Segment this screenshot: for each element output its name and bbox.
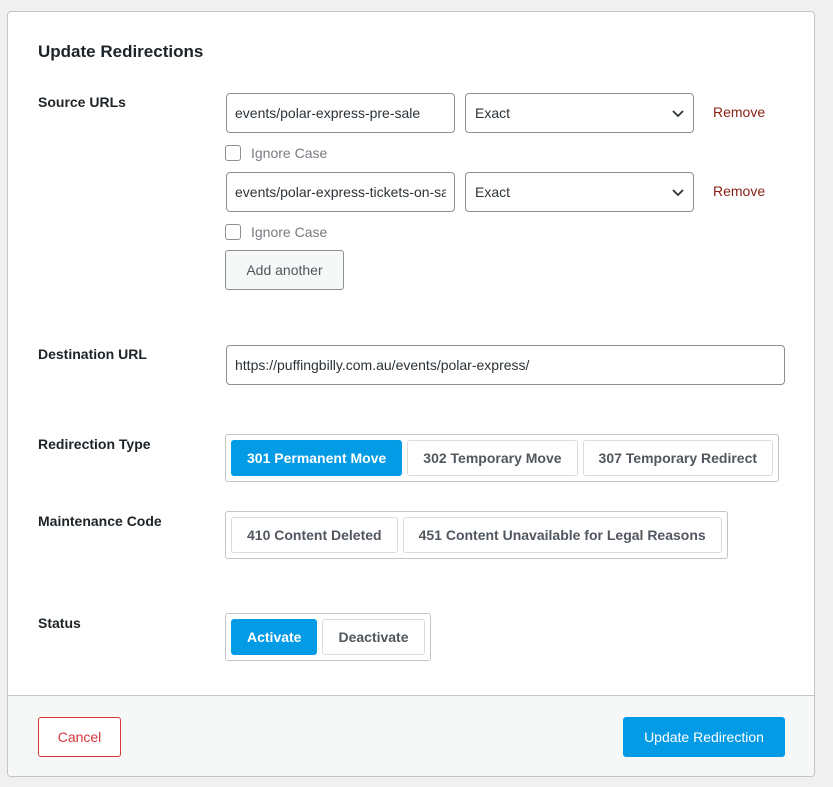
maintenance-code-group: 410 Content Deleted 451 Content Unavaila… — [225, 511, 728, 559]
destination-url-input[interactable] — [226, 345, 785, 385]
ignore-case-row-2: Ignore Case — [225, 223, 327, 241]
ignore-case-label-2: Ignore Case — [251, 224, 328, 240]
redirect-301-button[interactable]: 301 Permanent Move — [231, 440, 403, 476]
status-group: Activate Deactivate — [225, 613, 431, 661]
panel-title: Update Redirections — [38, 42, 204, 61]
match-type-select-2[interactable]: Exact — [465, 172, 694, 212]
match-type-select-1[interactable]: Exact — [465, 93, 694, 133]
chevron-down-icon — [672, 189, 684, 197]
cancel-button[interactable]: Cancel — [38, 717, 121, 757]
deactivate-button[interactable]: Deactivate — [322, 619, 425, 655]
update-redirection-button[interactable]: Update Redirection — [623, 717, 785, 757]
remove-source-url-2[interactable]: Remove — [713, 183, 765, 199]
destination-url-label: Destination URL — [38, 346, 147, 362]
match-type-value-2: Exact — [475, 184, 511, 200]
update-redirections-panel: Update Redirections Source URLs Exact Re… — [7, 11, 815, 777]
add-another-button[interactable]: Add another — [225, 250, 344, 290]
ignore-case-label-1: Ignore Case — [251, 145, 328, 161]
ignore-case-checkbox-1[interactable] — [225, 145, 241, 161]
match-type-value-1: Exact — [475, 105, 511, 121]
redirect-302-button[interactable]: 302 Temporary Move — [407, 440, 578, 476]
chevron-down-icon — [672, 110, 684, 118]
code-410-button[interactable]: 410 Content Deleted — [231, 517, 398, 553]
redirection-type-label: Redirection Type — [38, 436, 151, 452]
source-url-input-2[interactable] — [226, 172, 455, 212]
status-label: Status — [38, 615, 81, 631]
redirection-type-group: 301 Permanent Move 302 Temporary Move 30… — [225, 434, 780, 482]
source-urls-label: Source URLs — [38, 94, 126, 110]
panel-footer: Cancel Update Redirection — [8, 695, 814, 776]
remove-source-url-1[interactable]: Remove — [713, 104, 765, 120]
code-451-button[interactable]: 451 Content Unavailable for Legal Reason… — [402, 517, 722, 553]
redirect-307-button[interactable]: 307 Temporary Redirect — [582, 440, 774, 476]
ignore-case-row-1: Ignore Case — [225, 144, 327, 162]
maintenance-code-label: Maintenance Code — [38, 513, 162, 529]
activate-button[interactable]: Activate — [231, 619, 318, 655]
ignore-case-checkbox-2[interactable] — [225, 224, 241, 240]
source-url-input-1[interactable] — [226, 93, 455, 133]
